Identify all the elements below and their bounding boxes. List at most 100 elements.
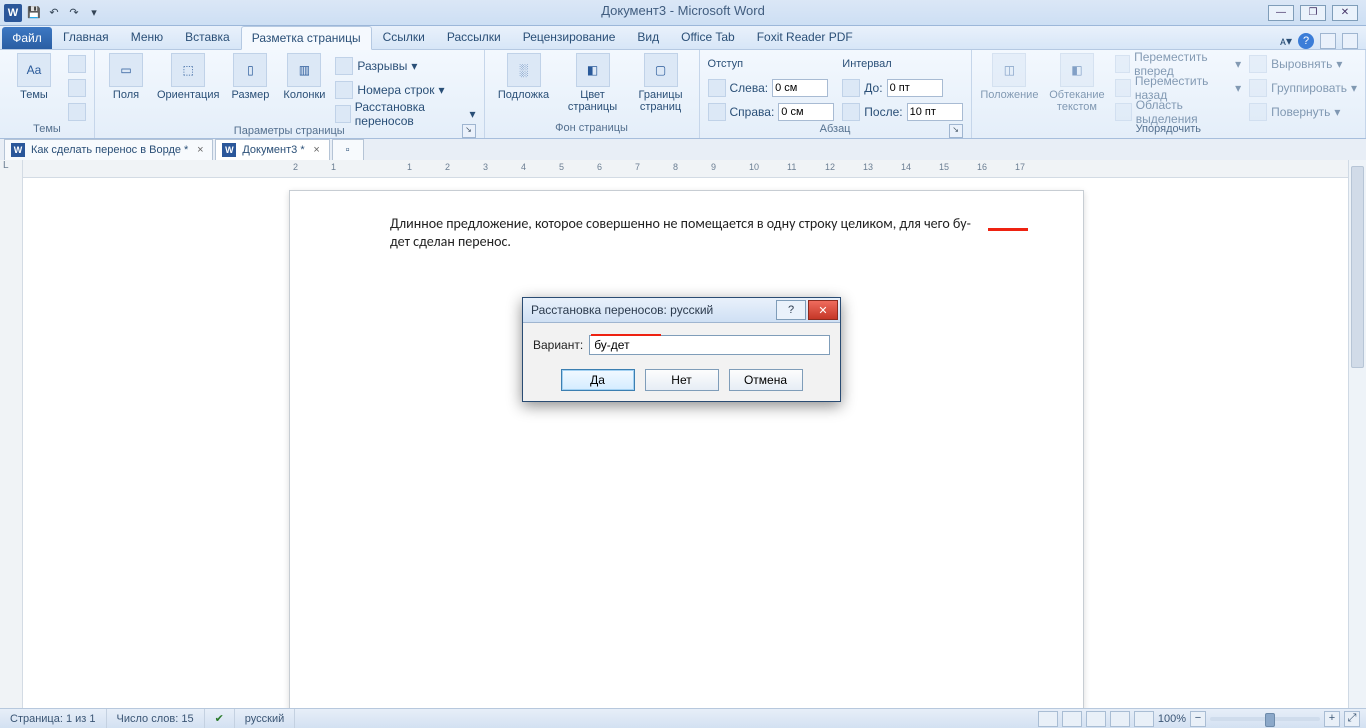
theme-fonts-button[interactable] bbox=[68, 77, 86, 99]
doc-tab-1[interactable]: W Как сделать перенос в Ворде * × bbox=[4, 139, 213, 161]
breaks-button[interactable]: Разрывы▾ bbox=[335, 55, 475, 77]
rotate-button[interactable]: Повернуть▾ bbox=[1249, 101, 1357, 123]
tab-page-layout[interactable]: Разметка страницы bbox=[241, 26, 372, 50]
indent-left-input[interactable] bbox=[772, 79, 828, 97]
align-button[interactable]: Выровнять▾ bbox=[1249, 53, 1357, 75]
close-button[interactable]: ✕ bbox=[1332, 5, 1358, 21]
view-fullscreen[interactable] bbox=[1062, 711, 1082, 727]
view-print-layout[interactable] bbox=[1038, 711, 1058, 727]
redo-icon[interactable]: ↷ bbox=[66, 5, 82, 21]
annotation-underline bbox=[988, 228, 1028, 231]
tab-references[interactable]: Ссылки bbox=[372, 25, 436, 49]
status-language[interactable]: русский bbox=[235, 709, 295, 728]
line-numbers-button[interactable]: Номера строк▾ bbox=[335, 79, 475, 101]
align-label: Выровнять bbox=[1271, 57, 1332, 71]
save-icon[interactable]: 💾 bbox=[26, 5, 42, 21]
page-color-button[interactable]: ◧ Цвет страницы bbox=[563, 53, 623, 113]
horizontal-ruler[interactable]: 211234567891011121314151617 bbox=[23, 160, 1366, 178]
wrap-text-button[interactable]: ◧ Обтекание текстом bbox=[1047, 53, 1107, 113]
margins-button[interactable]: ▭ Поля bbox=[103, 53, 149, 101]
theme-colors-button[interactable] bbox=[68, 53, 86, 75]
zoom-slider[interactable] bbox=[1210, 717, 1320, 721]
style-dropdown-icon[interactable]: ᴀ▾ bbox=[1280, 34, 1292, 48]
spacing-col: Интервал До: После: bbox=[842, 53, 962, 123]
undo-icon[interactable]: ↶ bbox=[46, 5, 62, 21]
dialog-titlebar[interactable]: Расстановка переносов: русский ? ✕ bbox=[523, 298, 840, 323]
file-tab[interactable]: Файл bbox=[2, 27, 52, 49]
themes-icon: Aa bbox=[17, 53, 51, 87]
dialog-help-button[interactable]: ? bbox=[776, 300, 806, 320]
scroll-thumb[interactable] bbox=[1351, 166, 1364, 368]
status-word-count[interactable]: Число слов: 15 bbox=[107, 709, 205, 728]
spacing-after-label: После: bbox=[864, 105, 902, 119]
bring-forward-button[interactable]: Переместить вперед▾ bbox=[1115, 53, 1241, 75]
no-button[interactable]: Нет bbox=[645, 369, 719, 391]
help-icon[interactable]: ? bbox=[1298, 33, 1314, 49]
group-button[interactable]: Группировать▾ bbox=[1249, 77, 1357, 99]
send-backward-button[interactable]: Переместить назад▾ bbox=[1115, 77, 1241, 99]
ruler-mark: 6 bbox=[597, 162, 602, 172]
view-web[interactable] bbox=[1086, 711, 1106, 727]
tab-review[interactable]: Рецензирование bbox=[512, 25, 627, 49]
doc-tab-1-close[interactable]: × bbox=[194, 144, 206, 156]
size-button[interactable]: ▯ Размер bbox=[227, 53, 273, 101]
selection-pane-button[interactable]: Область выделения bbox=[1115, 101, 1241, 123]
tab-view[interactable]: Вид bbox=[626, 25, 670, 49]
margins-icon: ▭ bbox=[109, 53, 143, 87]
document-area[interactable]: Длинное предложение, которое совершенно … bbox=[23, 178, 1366, 709]
tab-insert[interactable]: Вставка bbox=[174, 25, 241, 49]
themes-button[interactable]: Aa Темы bbox=[8, 53, 60, 101]
word-doc-icon: W bbox=[11, 143, 25, 157]
position-button[interactable]: ◫ Положение bbox=[980, 53, 1040, 101]
annotation-underline-dialog bbox=[591, 334, 661, 336]
spacing-after-input[interactable] bbox=[907, 103, 963, 121]
dialog-close-button[interactable]: ✕ bbox=[808, 300, 838, 320]
minimize-ribbon-button[interactable] bbox=[1320, 33, 1336, 49]
qat-more-icon[interactable]: ▾ bbox=[86, 5, 102, 21]
page-setup-dialog-launcher[interactable]: ↘ bbox=[462, 124, 476, 138]
paragraph-dialog-launcher[interactable]: ↘ bbox=[949, 124, 963, 138]
vertical-ruler[interactable]: L bbox=[0, 160, 23, 709]
tab-home[interactable]: Главная bbox=[52, 25, 120, 49]
indent-right-input[interactable] bbox=[778, 103, 834, 121]
doc-tab-2-close[interactable]: × bbox=[311, 144, 323, 156]
tab-menu[interactable]: Меню bbox=[120, 25, 174, 49]
size-label: Размер bbox=[232, 89, 270, 101]
view-outline[interactable] bbox=[1110, 711, 1130, 727]
zoom-fit-button[interactable]: ⤢ bbox=[1344, 711, 1360, 727]
minimize-button[interactable]: — bbox=[1268, 5, 1294, 21]
status-proofing[interactable]: ✔ bbox=[205, 709, 235, 728]
page-color-icon: ◧ bbox=[576, 53, 610, 87]
indent-right-row: Справа: bbox=[708, 101, 835, 123]
window-title: Документ3 - Microsoft Word bbox=[0, 3, 1366, 18]
variant-input[interactable] bbox=[589, 335, 830, 355]
status-page[interactable]: Страница: 1 из 1 bbox=[0, 709, 107, 728]
zoom-out-button[interactable]: − bbox=[1190, 711, 1206, 727]
page-borders-button[interactable]: ▢ Границы страниц bbox=[631, 53, 691, 113]
zoom-in-button[interactable]: + bbox=[1324, 711, 1340, 727]
zoom-slider-thumb[interactable] bbox=[1265, 713, 1275, 727]
page[interactable]: Длинное предложение, которое совершенно … bbox=[289, 190, 1084, 709]
watermark-button[interactable]: ░ Подложка bbox=[493, 53, 555, 101]
tab-mailings[interactable]: Рассылки bbox=[436, 25, 512, 49]
orientation-button[interactable]: ⬚ Ориентация bbox=[157, 53, 219, 101]
ruler-mark: 14 bbox=[901, 162, 911, 172]
new-doc-tab[interactable]: ▫ bbox=[332, 139, 364, 161]
zoom-percent[interactable]: 100% bbox=[1158, 713, 1186, 725]
tab-foxit[interactable]: Foxit Reader PDF bbox=[746, 25, 864, 49]
cancel-button[interactable]: Отмена bbox=[729, 369, 803, 391]
tab-office-tab[interactable]: Office Tab bbox=[670, 25, 746, 49]
ribbon-options-button[interactable] bbox=[1342, 33, 1358, 49]
columns-button[interactable]: ▥ Колонки bbox=[281, 53, 327, 101]
doc-tab-2[interactable]: W Документ3 * × bbox=[215, 139, 329, 161]
yes-button[interactable]: Да bbox=[561, 369, 635, 391]
spacing-before-input[interactable] bbox=[887, 79, 943, 97]
view-draft[interactable] bbox=[1134, 711, 1154, 727]
hyphenation-button[interactable]: Расстановка переносов▾ bbox=[335, 103, 475, 125]
theme-effects-button[interactable] bbox=[68, 101, 86, 123]
doc-tab-1-label: Как сделать перенос в Ворде * bbox=[31, 144, 188, 156]
theme-fonts-icon bbox=[68, 79, 86, 97]
restore-button[interactable]: ❐ bbox=[1300, 5, 1326, 21]
vertical-scrollbar[interactable] bbox=[1348, 160, 1366, 709]
ribbon: Aa Темы Темы ▭ Поля ⬚ Ориентация ▯ Ра bbox=[0, 50, 1366, 139]
